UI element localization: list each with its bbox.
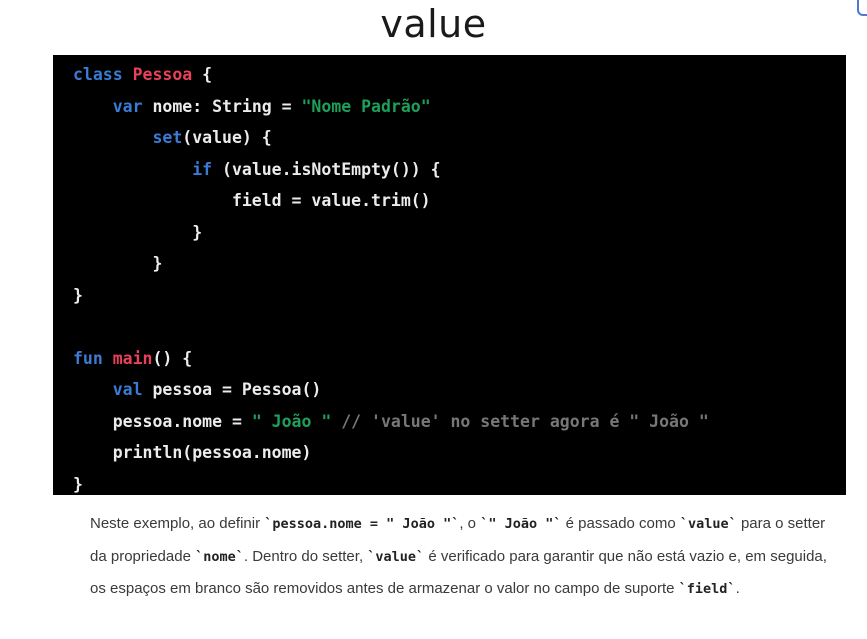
code-token: set	[73, 128, 183, 147]
code-line: pessoa.nome = " João " // 'value' no set…	[73, 406, 846, 438]
code-token: (value) {	[182, 128, 272, 147]
inline-code: `value`	[367, 548, 425, 565]
code-token: // 'value' no setter agora é " João "	[331, 411, 709, 431]
slide-title: value	[380, 2, 487, 46]
code-token: fun	[73, 348, 113, 368]
text-run: . Dentro do setter,	[243, 547, 368, 565]
code-line: val pessoa = Pessoa()	[73, 374, 846, 406]
code-line: }	[73, 217, 846, 249]
code-line: class Pessoa {	[73, 59, 846, 91]
code-token: " João "	[251, 411, 332, 431]
code-token: }	[73, 222, 203, 242]
code-token: }	[73, 474, 83, 494]
inline-code: `" João "`	[480, 516, 562, 532]
code-token: pessoa = Pessoa()	[152, 380, 322, 399]
code-token: main	[112, 348, 153, 368]
code-token: Pessoa	[132, 65, 193, 84]
text-run: .	[735, 580, 740, 597]
inline-code: `value`	[679, 516, 737, 532]
code-line: var nome: String = "Nome Padrão"	[73, 91, 846, 123]
code-line: println(pessoa.nome)	[73, 437, 846, 469]
code-token: var	[73, 96, 153, 116]
inline-code: `nome`	[195, 548, 244, 565]
code-block: class Pessoa { var nome: String = "Nome …	[53, 55, 846, 495]
code-token: "Nome Padrão"	[301, 96, 431, 116]
code-token: }	[73, 285, 83, 305]
text-run: , o	[459, 515, 481, 532]
text-run: é passado como	[561, 515, 680, 532]
code-token: {	[192, 65, 213, 84]
code-line: }	[73, 469, 846, 501]
text-run: Neste exemplo, ao definir	[90, 515, 265, 532]
code-token: println(pessoa.nome)	[73, 443, 312, 462]
code-token: (value.isNotEmpty()) {	[212, 159, 441, 179]
code-line: if (value.isNotEmpty()) {	[73, 154, 846, 186]
code-token: () {	[152, 348, 193, 368]
code-token: if	[73, 159, 213, 179]
code-line: }	[73, 248, 846, 280]
inline-code: `field`	[678, 581, 736, 597]
code-line: }	[73, 280, 846, 312]
code-line: fun main() {	[73, 343, 846, 375]
explanation-paragraph: Neste exemplo, ao definir `pessoa.nome =…	[90, 508, 830, 606]
code-line: set(value) {	[73, 122, 846, 154]
code-token: pessoa.nome =	[73, 411, 252, 431]
code-line: field = value.trim()	[73, 185, 846, 217]
code-token: val	[73, 380, 153, 399]
code-token: }	[73, 254, 163, 273]
code-token: class	[73, 65, 133, 84]
corner-decoration	[857, 0, 867, 16]
code-token: field = value.trim()	[73, 191, 431, 210]
inline-code: `pessoa.nome = " João "`	[264, 516, 460, 532]
code-token: nome: String =	[152, 96, 302, 116]
